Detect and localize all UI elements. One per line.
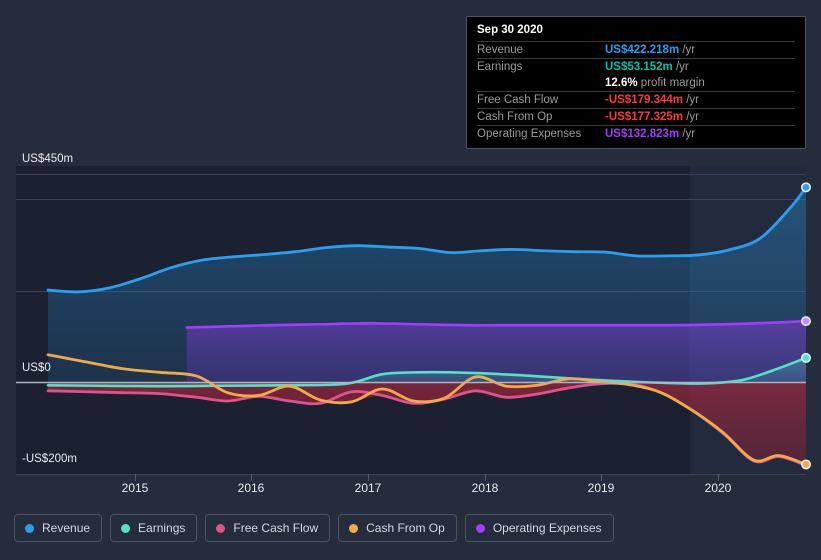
legend-color-dot-icon (349, 524, 358, 533)
y-axis-tick-label: -US$200m (22, 453, 77, 465)
x-axis-tick-label: 2016 (238, 481, 265, 495)
tooltip-row: Operating ExpensesUS$132.823m /yr (477, 126, 795, 143)
tooltip-row-value: US$132.823m /yr (605, 126, 795, 143)
x-axis-tick-label: 2015 (122, 481, 149, 495)
x-tick-marks (136, 474, 719, 481)
legend-color-dot-icon (216, 524, 225, 533)
tooltip-date: Sep 30 2020 (477, 24, 795, 41)
tooltip-value-unit: /yr (679, 44, 695, 56)
tooltip-value-amount: -US$179.344m (605, 94, 683, 106)
legend-item-operating-expenses[interactable]: Operating Expenses (465, 514, 614, 542)
endpoint-marker-operating-expenses[interactable] (802, 317, 810, 325)
tooltip-row-label (477, 75, 605, 92)
financial-performance-chart: US$450m US$0 -US$200m 2015 2016 2017 2018 2019… (0, 0, 821, 560)
legend-item-cash-from-op[interactable]: Cash From Op (338, 514, 457, 542)
tooltip-row-value: -US$177.325m /yr (605, 109, 795, 126)
x-axis-tick-label: 2018 (472, 481, 499, 495)
x-axis-labels: 2015 2016 2017 2018 2019 2020 (122, 481, 732, 495)
endpoint-marker-cash-from-op[interactable] (802, 460, 810, 468)
tooltip-row-value: US$53.152m /yr (605, 59, 795, 76)
legend-item-revenue[interactable]: Revenue (14, 514, 102, 542)
tooltip-value-amount: -US$177.325m (605, 111, 683, 123)
y-axis-tick-label: US$450m (22, 153, 73, 165)
legend-color-dot-icon (476, 524, 485, 533)
chart-legend[interactable]: Revenue Earnings Free Cash Flow Cash From O… (14, 514, 614, 542)
legend-color-dot-icon (121, 524, 130, 533)
legend-item-free-cash-flow[interactable]: Free Cash Flow (205, 514, 330, 542)
tooltip-row-label: Earnings (477, 59, 605, 76)
tooltip-value-unit: /yr (673, 61, 689, 73)
tooltip-row: Free Cash Flow-US$179.344m /yr (477, 92, 795, 109)
tooltip-row-value: -US$179.344m /yr (605, 92, 795, 109)
tooltip-value-unit: /yr (683, 111, 699, 123)
x-axis-tick-label: 2017 (355, 481, 382, 495)
tooltip-value-amount: US$53.152m (605, 61, 673, 73)
legend-item-label: Revenue (42, 521, 90, 535)
y-axis-tick-label: US$0 (22, 362, 51, 374)
tooltip-row-value: 12.6% profit margin (605, 75, 795, 92)
tooltip-row-profit-margin: 12.6% profit margin (477, 75, 795, 92)
tooltip-row-label: Cash From Op (477, 109, 605, 126)
legend-item-earnings[interactable]: Earnings (110, 514, 197, 542)
legend-item-label: Earnings (138, 521, 185, 535)
legend-item-label: Free Cash Flow (233, 521, 318, 535)
tooltip-value-amount: 12.6% (605, 77, 638, 89)
tooltip-row-label: Free Cash Flow (477, 92, 605, 109)
tooltip-value-unit: profit margin (638, 77, 705, 89)
x-axis-tick-label: 2020 (705, 481, 732, 495)
legend-item-label: Cash From Op (366, 521, 445, 535)
tooltip-value-unit: /yr (683, 94, 699, 106)
tooltip-row-label: Revenue (477, 42, 605, 59)
legend-item-label: Operating Expenses (493, 521, 602, 535)
tooltip-value-unit: /yr (679, 128, 695, 140)
tooltip-row: EarningsUS$53.152m /yr (477, 59, 795, 76)
tooltip-value-amount: US$132.823m (605, 128, 679, 140)
tooltip-row: Cash From Op-US$177.325m /yr (477, 109, 795, 126)
tooltip-row-value: US$422.218m /yr (605, 42, 795, 59)
endpoint-marker-earnings[interactable] (802, 354, 810, 362)
endpoint-marker-revenue[interactable] (802, 183, 810, 191)
tooltip-value-amount: US$422.218m (605, 44, 679, 56)
tooltip-row-label: Operating Expenses (477, 126, 605, 143)
tooltip-table: RevenueUS$422.218m /yrEarningsUS$53.152m… (477, 41, 795, 142)
x-axis-tick-label: 2019 (588, 481, 615, 495)
legend-color-dot-icon (25, 524, 34, 533)
data-tooltip: Sep 30 2020 RevenueUS$422.218m /yrEarnin… (466, 16, 806, 149)
tooltip-row: RevenueUS$422.218m /yr (477, 42, 795, 59)
